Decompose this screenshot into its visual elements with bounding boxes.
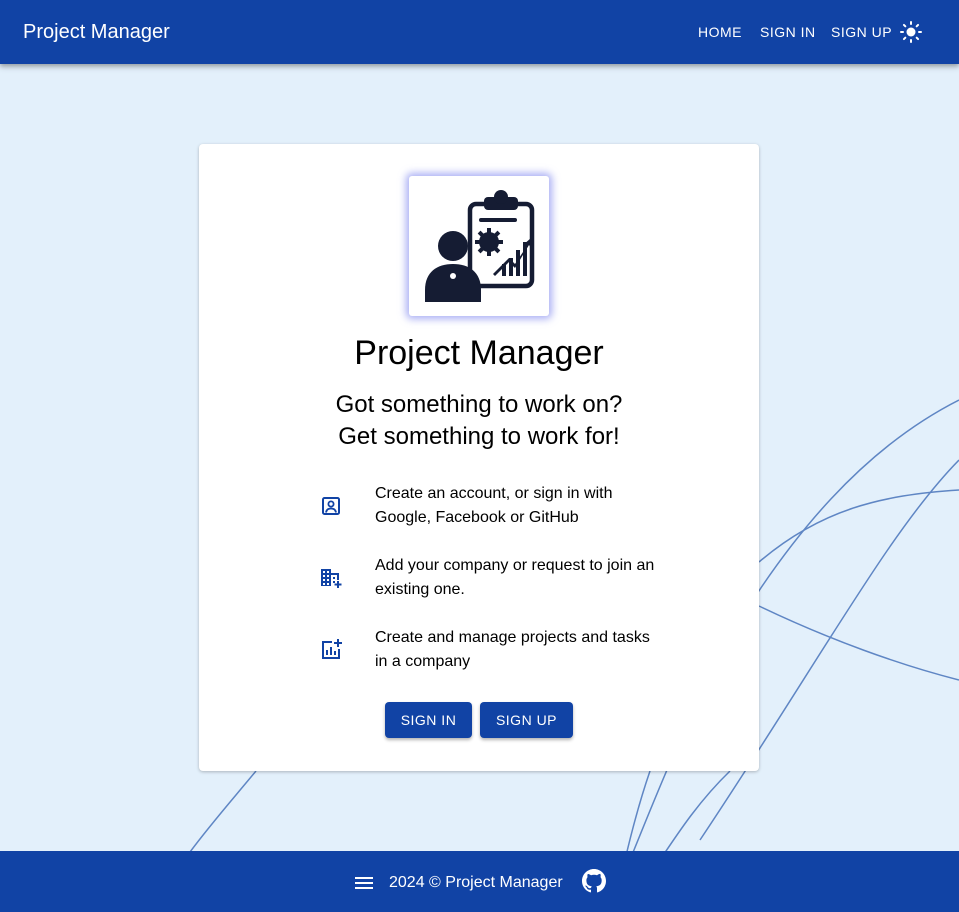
footer-copyright: 2024 © Project Manager — [389, 874, 563, 891]
feature-text-account: Create an account, or sign in with Googl… — [375, 485, 613, 526]
nav-sign-up-link[interactable]: SIGN UP — [831, 22, 892, 42]
add-chart-icon — [322, 639, 342, 659]
card-title: Project Manager — [354, 334, 604, 372]
app-bar: Project Manager HOME SIGN IN SIGN UP — [0, 0, 959, 64]
github-icon[interactable] — [582, 869, 606, 893]
feature-item-account: Create an account, or sign in with Googl… — [309, 482, 649, 530]
nav-home-link[interactable]: HOME — [698, 22, 742, 42]
tagline-line-2: Get something to work for! — [338, 423, 620, 450]
feature-text-company: Add your company or request to join an e… — [375, 557, 655, 598]
account-box-icon — [322, 497, 340, 515]
menu-icon[interactable] — [353, 872, 375, 894]
feature-item-company: Add your company or request to join an e… — [309, 554, 654, 602]
feature-item-projects: Create and manage projects and tasks in … — [309, 626, 650, 674]
tagline-line-1: Got something to work on? — [335, 391, 623, 418]
welcome-card: Project Manager Got something to work on… — [199, 144, 759, 771]
footer: 2024 © Project Manager — [0, 851, 959, 912]
add-business-icon — [321, 569, 342, 588]
sun-icon[interactable] — [899, 20, 923, 44]
logo-frame — [409, 176, 549, 316]
project-manager-logo-icon — [425, 190, 535, 302]
nav-sign-in-link[interactable]: SIGN IN — [760, 22, 816, 42]
feature-text-projects: Create and manage projects and tasks in … — [375, 629, 650, 670]
sign-up-button[interactable]: SIGN UP — [480, 702, 573, 738]
app-title[interactable]: Project Manager — [23, 19, 170, 45]
sign-in-button[interactable]: SIGN IN — [385, 702, 472, 738]
